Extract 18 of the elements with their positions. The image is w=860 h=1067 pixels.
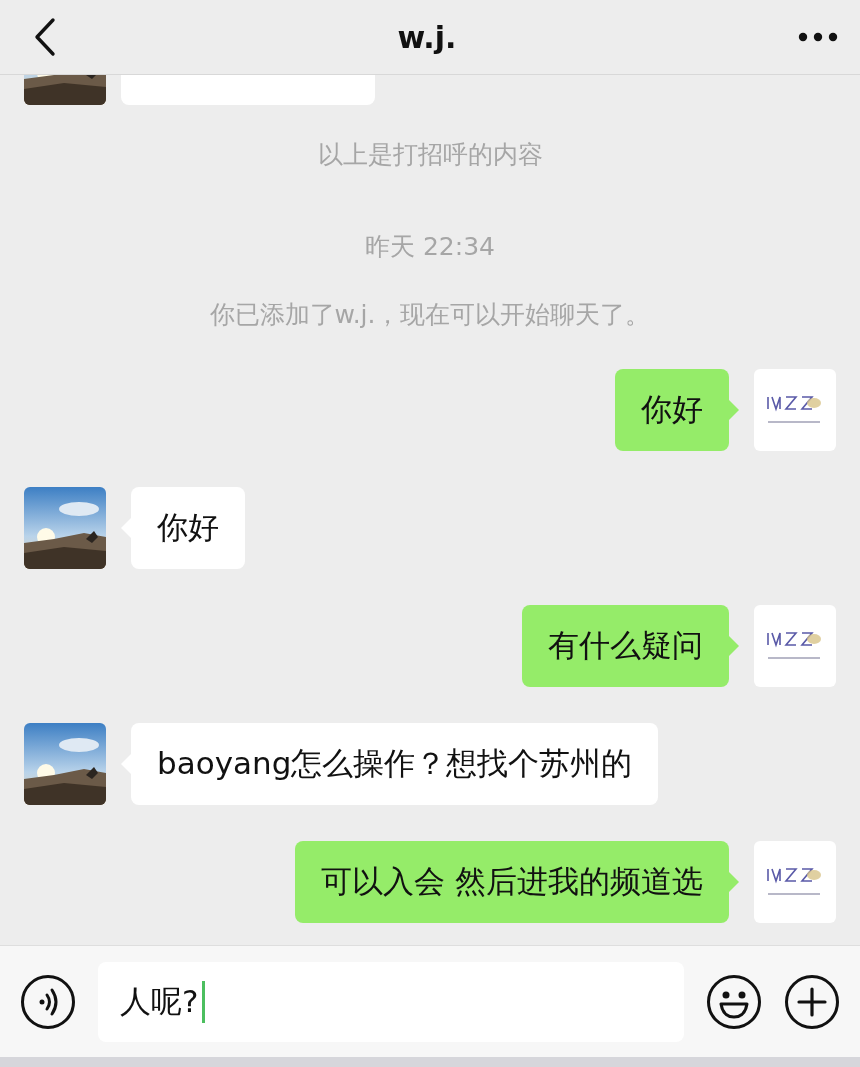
system-message: 昨天 22:34 (365, 231, 495, 263)
back-icon[interactable] (34, 17, 56, 57)
message-bubble[interactable]: baoyang怎么操作？想找个苏州的 (131, 723, 659, 805)
system-message: 以上是打招呼的内容 (317, 139, 543, 171)
bubble-tail (729, 872, 739, 892)
message-bubble[interactable]: 有什么疑问 (522, 605, 729, 687)
smiley-icon[interactable] (706, 973, 762, 1030)
chat-title: w.j. (397, 19, 457, 55)
message-bubble[interactable]: 你好 (131, 487, 245, 569)
bubble-tail (729, 636, 739, 656)
bubble-tail (729, 400, 739, 420)
plus-icon[interactable] (784, 973, 840, 1030)
input-field[interactable]: 人呢? (98, 961, 684, 1042)
message-bubble[interactable]: 可以入会 然后进我的频道选 (295, 841, 729, 923)
voice-icon[interactable] (20, 973, 76, 1030)
more-icon[interactable] (798, 32, 838, 42)
message-bubble[interactable]: 你好 (615, 369, 729, 451)
system-message: 你已添加了w.j.，现在可以开始聊天了。 (209, 299, 651, 331)
